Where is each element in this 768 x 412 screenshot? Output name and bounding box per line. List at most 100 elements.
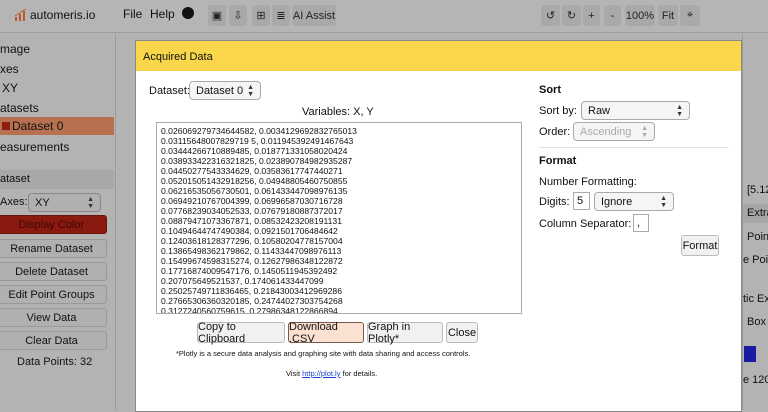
dataset-name: Dataset 0 [12,119,64,133]
number-formatting-label: Number Formatting: [539,176,637,188]
data-row: 0.25025749711836465, 0.21843003412969286 [161,286,342,296]
download-csv-button[interactable]: Download .CSV [288,321,364,345]
data-row: 0.03444266710889485, 0.01877133105802042… [161,146,348,156]
logo-icon [15,9,27,21]
zoom-in-button[interactable]: + [583,5,600,26]
image-icon: ▣ [211,10,223,22]
plotly-footnote: *Plotly is a secure data analysis and gr… [176,349,471,358]
clear-data-button[interactable]: Clear Data [0,331,107,350]
right-item-point[interactable]: Point [747,231,768,243]
select-arrows-icon: ▲ ▼ [247,83,254,98]
right-item-delete-point[interactable]: e Poin [743,254,768,266]
data-row: 0.3127240560759615, 0.27986348122866894 [161,306,338,314]
data-row: 0.207075649521537, 0.174061433447099 [161,276,324,286]
sidebar-item-dataset-0[interactable]: Dataset 0 [0,117,114,135]
add-button[interactable]: ⊞ [252,5,270,26]
sort-by-select[interactable]: Raw ▲ ▼ [581,101,690,120]
rotate-right-icon: ↻ [566,10,577,22]
data-row: 0.27665306360320185, 0.24744027303754268 [161,296,343,306]
crosshair-button[interactable]: ⌖ [680,5,700,26]
right-item-extract[interactable]: Extra [747,207,768,219]
visit-text: Visit http://plot.ly for details. [286,369,378,378]
acquired-data-dialog: Acquired Data Dataset: Dataset 0 ▲ ▼ Varia… [135,40,742,412]
data-row: 0.06216535056730501, 0.06143344709897613… [161,186,348,196]
data-points-count: Data Points: 32 [17,356,93,368]
data-row: 0.12403618128377296, 0.10580204778157004 [161,236,343,246]
dialog-title: Acquired Data [136,41,741,71]
rotate-right-button[interactable]: ↻ [562,5,581,26]
ai-assist-button[interactable]: AI Assist [292,5,336,26]
data-row: 0.10494644747490384, 0.0921501706484642 [161,226,338,236]
display-color-button[interactable]: Display Color [0,215,107,234]
data-row: 0.13865498362179862, 0.11433447098976113 [161,246,342,256]
column-separator-label: Column Separator: [539,218,632,230]
fit-button[interactable]: Fit [658,5,678,26]
color-picker-icon[interactable] [744,346,756,362]
right-item-box[interactable]: Box [747,316,766,328]
axes-select[interactable]: XY ▲ ▼ [28,193,101,212]
top-bar: automeris.io File Help ▣ ⇩ ⊞ ≣ AI Assist… [0,0,768,33]
sidebar-item-image[interactable]: mage [0,42,30,56]
select-arrows-icon: ▲ ▼ [641,124,648,139]
left-sidebar: mage xes XY atasets Dataset 0 easurement… [0,34,116,410]
add-icon: ⊞ [256,10,266,22]
format-heading: Format [539,155,577,167]
data-row: 0.04450277543334629, 0.03583617747440271 [161,166,343,176]
database-button[interactable]: ≣ [272,5,290,26]
import-icon: ⇩ [233,10,243,22]
divider [539,147,729,148]
rename-dataset-button[interactable]: Rename Dataset [0,239,107,258]
menu-help[interactable]: Help [150,7,175,21]
section-header-dataset: ataset [0,170,114,189]
rotate-left-icon: ↺ [545,10,556,22]
import-button[interactable]: ⇩ [229,5,247,26]
data-row: 0.17716874009547176, 0.1450511945392492 [161,266,338,276]
rotate-left-button[interactable]: ↺ [541,5,560,26]
digits-label: Digits: [539,196,570,208]
data-row: 0.06949210767004399, 0.06996587030716728 [161,196,343,206]
app-logo-text: automeris.io [30,8,96,22]
select-arrows-icon: ▲ ▼ [660,194,667,209]
data-row: 0.03115648007829719 5, 0.011945392491467… [161,136,354,146]
data-row: 0.026069279734644582, 0.0034129692832765… [161,126,357,136]
sidebar-item-measurements[interactable]: easurements [0,140,69,154]
select-arrows-icon: ▲ ▼ [676,103,683,118]
column-separator-input[interactable]: , [633,214,649,232]
right-item-automatic-extraction[interactable]: tic Ex [743,293,768,305]
database-icon: ≣ [276,10,286,22]
dataset-color-swatch [2,122,10,130]
plotly-link[interactable]: http://plot.ly [302,369,340,378]
view-data-button[interactable]: View Data [0,308,107,327]
digits-input[interactable]: 5 [573,192,590,210]
sort-by-label: Sort by: [539,105,577,117]
close-button[interactable]: Close [446,322,478,343]
axes-label: Axes: [0,196,28,208]
number-format-select[interactable]: Ignore ▲ ▼ [594,192,674,211]
data-row: 0.052015051432918256, 0.0494880546075085… [161,176,348,186]
sidebar-item-axes[interactable]: xes [0,62,19,76]
copy-to-clipboard-button[interactable]: Copy to Clipboard [197,321,285,345]
menu-file[interactable]: File [123,7,142,21]
data-textarea[interactable]: 0.026069279734644582, 0.0034129692832765… [156,122,522,314]
delete-dataset-button[interactable]: Delete Dataset [0,262,107,281]
data-row: 0.07768239034052533, 0.07679180887372017 [161,206,343,216]
edit-point-groups-button[interactable]: Edit Point Groups [0,285,107,304]
zoom-out-button[interactable]: - [604,5,621,26]
format-button[interactable]: Format [681,235,719,256]
right-sidebar: [5.124 Extra Point e Poin tic Ex Box e 1… [742,34,768,410]
sidebar-item-datasets[interactable]: atasets [0,101,39,115]
sidebar-item-xy[interactable]: XY [2,81,18,95]
crosshair-icon: ⌖ [686,9,694,21]
sort-heading: Sort [539,84,561,96]
account-icon[interactable] [182,7,194,19]
data-row: 0.038933422316321825, 0.0238907849829352… [161,156,353,166]
order-select[interactable]: Ascending ▲ ▼ [573,122,655,141]
select-arrows-icon: ▲ ▼ [87,195,94,210]
dataset-select[interactable]: Dataset 0 ▲ ▼ [189,81,261,100]
right-item-value: [5.124 [747,184,768,196]
variables-label: Variables: X, Y [302,106,374,118]
image-button[interactable]: ▣ [208,5,226,26]
graph-in-plotly-button[interactable]: Graph in Plotly* [367,321,443,345]
right-item-value-field[interactable]: e 120 [743,374,768,386]
zoom-level[interactable]: 100% [625,5,655,26]
